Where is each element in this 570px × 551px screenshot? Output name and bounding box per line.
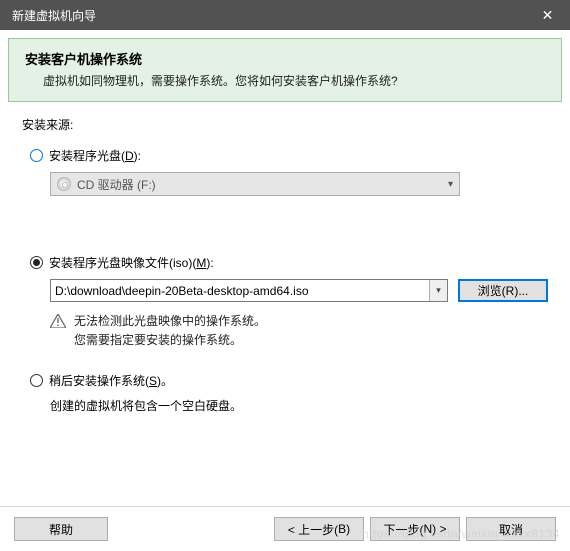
iso-warning: 无法检测此光盘映像中的操作系统。 您需要指定要安装的操作系统。 <box>50 312 548 350</box>
wizard-header-subtitle: 虚拟机如同物理机，需要操作系统。您将如何安装客户机操作系统? <box>43 72 545 89</box>
combobox-chevron-down-icon[interactable]: ▾ <box>429 280 447 301</box>
wizard-header: 安装客户机操作系统 虚拟机如同物理机，需要操作系统。您将如何安装客户机操作系统? <box>8 38 562 102</box>
option-iso-file-label: 安装程序光盘映像文件(iso)(M): <box>49 254 214 271</box>
install-later-hint: 创建的虚拟机将包含一个空白硬盘。 <box>50 397 548 414</box>
option-install-later-label: 稍后安装操作系统(S)。 <box>49 372 173 389</box>
cancel-button[interactable]: 取消 <box>466 517 556 541</box>
browse-button[interactable]: 浏览(R)... <box>458 279 548 302</box>
option-iso-file[interactable]: 安装程序光盘映像文件(iso)(M): <box>30 254 548 271</box>
radio-installer-disc[interactable] <box>30 149 43 162</box>
next-button[interactable]: 下一步(N) > <box>370 517 460 541</box>
option-installer-disc[interactable]: 安装程序光盘(D): <box>30 147 548 164</box>
disc-drive-dropdown[interactable]: CD 驱动器 (F:) ▾ <box>50 172 460 196</box>
wizard-footer: 帮助 < 上一步(B) 下一步(N) > 取消 <box>0 506 570 551</box>
radio-install-later[interactable] <box>30 374 43 387</box>
iso-path-combobox[interactable]: ▾ <box>50 279 448 302</box>
iso-warning-text: 无法检测此光盘映像中的操作系统。 您需要指定要安装的操作系统。 <box>74 312 266 350</box>
disc-drive-text: CD 驱动器 (F:) <box>77 176 448 193</box>
warning-icon <box>50 314 66 328</box>
close-button[interactable]: ✕ <box>525 0 570 30</box>
content-area: 安装来源: 安装程序光盘(D): CD 驱动器 (F:) ▾ 安装程序光盘映像文… <box>0 110 570 414</box>
wizard-header-title: 安装客户机操作系统 <box>25 49 545 68</box>
cd-icon <box>57 177 71 191</box>
iso-path-input[interactable] <box>51 284 429 298</box>
option-install-later[interactable]: 稍后安装操作系统(S)。 <box>30 372 548 389</box>
back-button[interactable]: < 上一步(B) <box>274 517 364 541</box>
titlebar: 新建虚拟机向导 ✕ <box>0 0 570 30</box>
help-button[interactable]: 帮助 <box>14 517 108 541</box>
option-installer-disc-label: 安装程序光盘(D): <box>49 147 141 164</box>
window-title: 新建虚拟机向导 <box>12 7 525 24</box>
install-source-label: 安装来源: <box>22 116 548 133</box>
radio-iso-file[interactable] <box>30 256 43 269</box>
chevron-down-icon: ▾ <box>448 179 453 190</box>
